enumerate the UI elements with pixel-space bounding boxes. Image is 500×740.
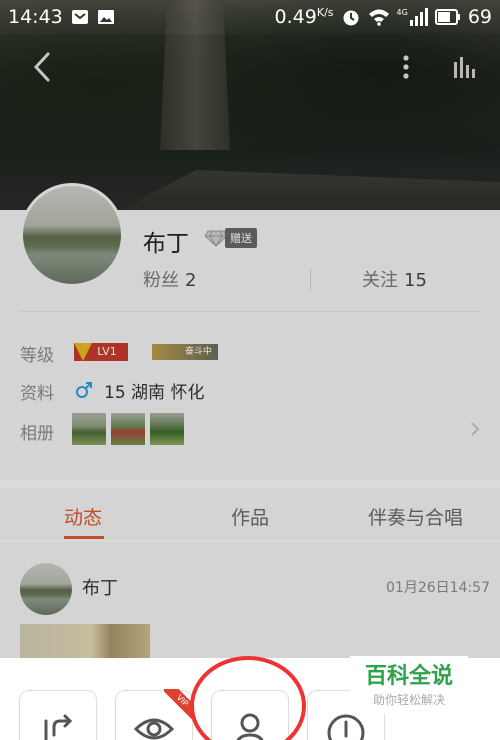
watermark-title: 百科全说 (364, 664, 453, 689)
watermark-subtitle: 助你轻松解决 (372, 693, 445, 707)
battery-icon (434, 9, 460, 25)
signal-icon: 4G (397, 8, 428, 26)
battery-level: 69 (467, 6, 492, 28)
dim-overlay[interactable] (0, 34, 500, 658)
visitors-button[interactable]: VIP (115, 689, 194, 740)
watermark: 百科全说 助你轻松解决 (350, 656, 468, 714)
notification-icon (71, 10, 88, 24)
share-button[interactable] (19, 690, 97, 740)
image-notification-icon (97, 10, 114, 24)
share-icon (44, 714, 73, 740)
status-time: 14:43 (8, 6, 63, 28)
status-bar: 14:43 0.49K/s 4G 69 (0, 0, 500, 34)
network-speed: 0.49K/s (274, 6, 334, 28)
wifi-icon (368, 9, 389, 26)
alarm-icon (343, 10, 359, 26)
